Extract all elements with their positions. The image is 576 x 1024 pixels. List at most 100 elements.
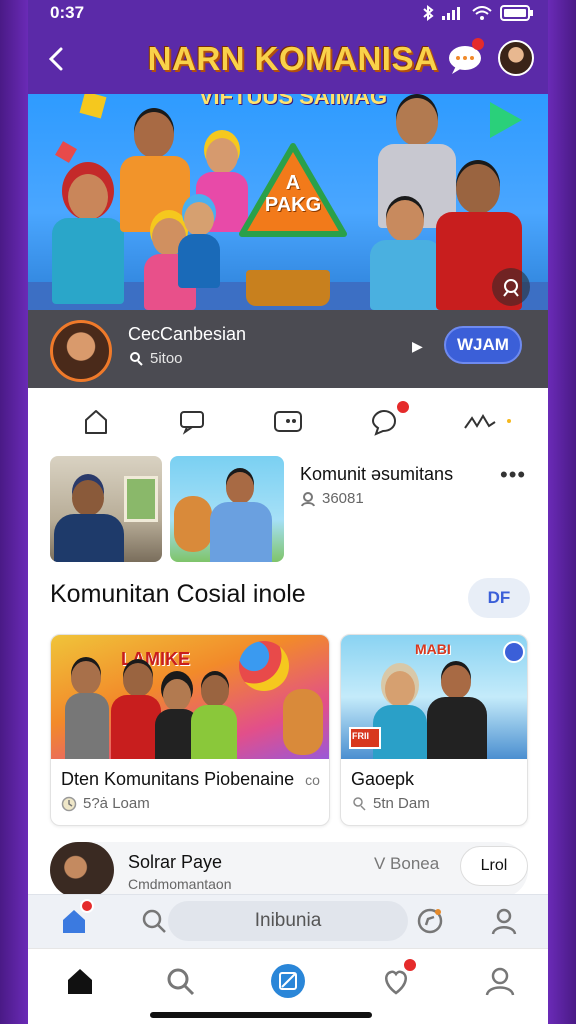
banner-cube	[79, 94, 107, 119]
tab-activity[interactable]	[463, 405, 511, 439]
card-person	[201, 675, 229, 707]
thumb-window	[124, 476, 158, 522]
card-title: Gaoepk	[351, 769, 415, 789]
home-outline-icon	[85, 410, 107, 434]
card-sub-text: 5?ȧ Loam	[83, 795, 150, 812]
card-image: LAMIKE	[51, 635, 329, 759]
search-icon	[167, 968, 195, 996]
banner-cube	[55, 141, 77, 163]
join-button[interactable]: WJAM	[444, 326, 522, 364]
banner-action-button[interactable]	[492, 268, 530, 306]
status-icons	[422, 5, 534, 21]
profile-sub-text: 5itoo	[150, 350, 183, 367]
thumb-person-body	[54, 514, 124, 562]
community-title[interactable]: Komunit əsumitans	[300, 464, 453, 485]
profile-button[interactable]	[488, 905, 520, 937]
list-item-meta: V Bonea	[374, 854, 440, 873]
play-arrow-icon[interactable]: ▶	[412, 338, 423, 355]
more-options-button[interactable]: •••	[500, 462, 526, 488]
profile-sub: 5itoo	[128, 350, 183, 367]
community-card[interactable]: LAMIKE Dten Komunitans Piobenaine co 5?a…	[50, 634, 330, 826]
nav-search[interactable]	[160, 961, 200, 1001]
wifi-icon	[472, 6, 492, 20]
banner-sign-text: A PAKG	[264, 172, 322, 216]
back-button[interactable]	[42, 44, 72, 74]
search-button[interactable]	[138, 905, 170, 937]
explore-button[interactable]	[414, 905, 446, 937]
banner-basket	[246, 270, 330, 306]
community-sub: 36081	[300, 490, 364, 507]
time-icon	[61, 796, 77, 811]
signal-icon	[442, 7, 460, 20]
card-sign-text: FRII	[352, 731, 369, 741]
card-person-body	[65, 693, 109, 759]
banner-person	[174, 202, 224, 292]
header: NARN KOMANISA	[28, 26, 548, 94]
home-icon	[68, 969, 92, 994]
compose-icon	[271, 964, 305, 998]
card-image: MABI FRII	[341, 635, 527, 759]
home-badge	[80, 899, 94, 913]
card-sub: 5?ȧ Loam	[61, 795, 150, 812]
message-icon	[180, 411, 204, 435]
hero-banner: VIFTUUS SAIMAG A PAKG	[28, 94, 548, 310]
nav-profile[interactable]	[480, 961, 520, 1001]
chat-bubble-icon	[371, 409, 397, 436]
battery-icon	[500, 5, 533, 21]
search-input[interactable]: Inibunia	[168, 901, 408, 941]
community-member-count: 36081	[322, 490, 364, 507]
list-item-button[interactable]: Lrol	[460, 846, 528, 886]
card-title-suffix: co	[305, 772, 320, 788]
card-person	[385, 671, 415, 707]
list-item[interactable]	[50, 842, 528, 898]
nav-compose[interactable]	[268, 961, 308, 1001]
home-indicator[interactable]	[150, 1012, 372, 1018]
card-person	[441, 665, 471, 699]
section-action-button[interactable]: DF	[468, 578, 530, 618]
search-home-button[interactable]	[58, 899, 94, 937]
profile-name: CecCanbesian	[128, 324, 247, 344]
card-person-body	[191, 705, 237, 759]
video-chat-icon	[274, 411, 302, 432]
card-sub-text: 5tn Dam	[373, 795, 430, 812]
section-title: Komunitan Cosial inole	[50, 580, 306, 608]
card-title: Dten Komunitans Piobenaine co	[61, 769, 320, 790]
nav-home[interactable]	[60, 961, 100, 1001]
community-thumbnail[interactable]	[170, 456, 284, 562]
tab-video-chat[interactable]	[271, 405, 305, 439]
card-title-text: Dten Komunitans Piobenaine	[61, 769, 295, 789]
list-item-title: Solrar Paye	[128, 852, 223, 872]
thumb-person-body	[210, 502, 272, 562]
people-icon	[353, 796, 366, 811]
people-icon	[130, 351, 143, 366]
chat-notification-badge	[472, 38, 484, 50]
search-icon	[142, 909, 166, 933]
profile-avatar[interactable]	[50, 320, 112, 382]
chevron-left-icon	[48, 47, 63, 71]
search-bar: Inibunia	[28, 894, 548, 948]
community-card[interactable]: MABI FRII Gaoepk 5tn Dam	[340, 634, 528, 826]
icon-tabs	[28, 392, 548, 452]
card-person-body	[111, 695, 161, 759]
card-bookmark-button[interactable]	[503, 641, 525, 663]
app-screen: 0:37 NARN KOMANISA VIFTUUS SAIMAG A PAKG…	[28, 0, 548, 1024]
tab-messages[interactable]	[175, 405, 209, 439]
nav-notifications[interactable]	[376, 957, 418, 1001]
tab-home[interactable]	[79, 405, 113, 439]
thumb-person	[226, 472, 254, 504]
card-person	[123, 663, 153, 697]
tab-chats-badge	[395, 399, 411, 415]
notifications-badge	[402, 957, 418, 973]
card-person	[71, 661, 101, 695]
tab-chats[interactable]	[367, 399, 411, 439]
thumb-mascot	[174, 496, 212, 552]
card-sub: 5tn Dam	[351, 795, 430, 812]
activity-icon	[464, 414, 496, 429]
members-icon	[301, 491, 315, 506]
community-thumbnail[interactable]	[50, 456, 162, 562]
card-mascot	[283, 689, 323, 755]
thumb-person	[72, 480, 104, 516]
header-avatar[interactable]	[498, 40, 534, 76]
card-person-body	[373, 705, 427, 759]
profile-icon	[485, 967, 515, 996]
